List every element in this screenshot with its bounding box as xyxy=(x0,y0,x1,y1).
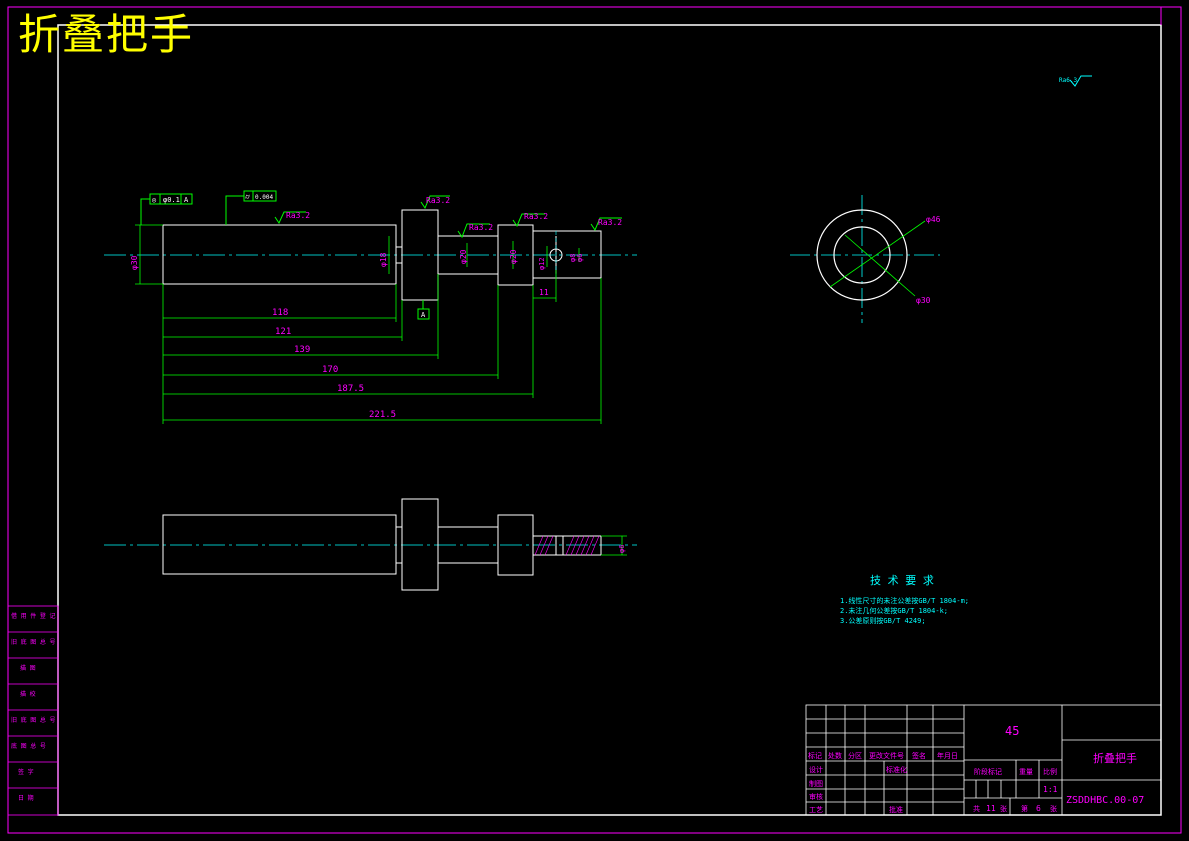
roughness-label-2: Ra3.2 xyxy=(426,196,450,205)
watermark-title: 折叠把手 xyxy=(18,10,195,59)
section-view: φ46 φ30 xyxy=(790,195,941,323)
length-dim-170: 170 xyxy=(322,365,338,375)
length-dim-187: 187.5 xyxy=(337,384,364,394)
roughness-label-5: Ra3.2 xyxy=(598,218,622,227)
section-outer-dia: φ46 xyxy=(926,215,941,224)
dia-label-1: φ30 xyxy=(130,255,139,270)
dia-label-4: φ20 xyxy=(509,249,518,264)
tb-ratio: 比例 xyxy=(1043,767,1057,776)
strip-label-3: 描 图 xyxy=(20,664,36,672)
tb-scale: 1:1 xyxy=(1043,785,1058,794)
strip-label-4: 描 校 xyxy=(20,690,36,698)
concentricity-datum: A xyxy=(184,196,189,204)
hatch xyxy=(534,535,600,556)
tb-sheet-unit: 张 xyxy=(1000,804,1007,813)
strip-label-7: 签 字 xyxy=(18,768,34,776)
tech-req-title: 技 术 要 求 xyxy=(870,574,934,587)
section-inner-dia: φ30 xyxy=(916,296,931,305)
length-dim-139: 139 xyxy=(294,345,310,355)
tb-weight: 重量 xyxy=(1019,768,1033,776)
tb-header-4: 更改文件号 xyxy=(869,751,904,760)
datum-a-label: A xyxy=(421,311,426,319)
tb-approve: 批准 xyxy=(889,805,903,814)
tb-header-3: 分区 xyxy=(848,751,862,760)
tb-sheet-no-prefix: 第 xyxy=(1021,804,1028,813)
tech-req-item-2: 2.未注几何公差按GB/T 1804-k; xyxy=(840,606,948,615)
strip-label-5: 旧 底 图 总 号 xyxy=(11,716,55,724)
tb-sheet-total-prefix: 共 xyxy=(973,804,980,813)
dia-label-3: φ20 xyxy=(459,249,468,264)
tb-stage-mark: 阶段标记 xyxy=(974,767,1002,776)
tb-row-draw: 制图 xyxy=(809,779,823,788)
tb-row-review: 审核 xyxy=(809,792,823,801)
roughness-label-4: Ra3.2 xyxy=(524,212,548,221)
strip-label-6: 底 图 总 号 xyxy=(11,742,46,750)
left-strip xyxy=(7,605,59,816)
tech-req-item-1: 1.线性尺寸的未注公差按GB/T 1804-m; xyxy=(840,596,969,605)
main-view: ◎ φ0.1 A ⌭ 0.004 Ra3.2 Ra3.2 Ra3.2 Ra3.2… xyxy=(104,190,637,424)
roughness-note-text: Ra6.3 xyxy=(1059,77,1077,84)
tb-header-2: 处数 xyxy=(828,751,842,760)
tb-drawing-no: ZSDDHBC.00-07 xyxy=(1066,795,1144,806)
small-dim-lines xyxy=(532,270,557,302)
length-dim-221: 221.5 xyxy=(369,410,396,420)
roughness-label-1: Ra3.2 xyxy=(286,211,310,220)
tb-header-6: 年月日 xyxy=(937,751,958,760)
tb-row-design: 设计 xyxy=(809,765,823,774)
bottom-view: φ6 xyxy=(104,498,637,591)
dia-label-2: φ18 xyxy=(379,252,388,267)
tb-standardization: 标准化 xyxy=(886,765,907,774)
strip-label-8: 日 期 xyxy=(18,794,34,802)
tb-row-process: 工艺 xyxy=(809,806,823,814)
tb-header-5: 签名 xyxy=(912,751,926,760)
concentricity-symbol: ◎ xyxy=(152,196,157,204)
dia-label-7: φ6 xyxy=(576,254,584,262)
roughness-label-3: Ra3.2 xyxy=(469,223,493,232)
cad-drawing: Ra6.3 ◎ φ0.1 A ⌭ 0.004 Ra3.2 Ra3.2 Ra3.2… xyxy=(7,6,1182,834)
strip-label-1: 借 用 件 登 记 xyxy=(11,612,55,620)
dia-label-5: φ12 xyxy=(538,257,546,270)
strip-label-2: 旧 底 图 总 号 xyxy=(11,638,55,646)
tb-sheet-total: 11 xyxy=(986,804,996,813)
tb-sheet-no: 6 xyxy=(1036,804,1041,813)
small-dim-label: 11 xyxy=(539,288,549,297)
cylindricity-symbol: ⌭ xyxy=(245,193,250,201)
cylindricity-value: 0.004 xyxy=(255,194,273,201)
bottom-hole-dia: φ6 xyxy=(618,545,626,553)
length-dim-121: 121 xyxy=(275,327,291,337)
tb-part-name: 折叠把手 xyxy=(1093,751,1137,765)
tb-sheet-no-unit: 张 xyxy=(1050,804,1057,813)
concentricity-value: φ0.1 xyxy=(163,196,180,204)
tb-header-1: 标记 xyxy=(808,751,822,760)
length-dim-lines xyxy=(162,274,602,424)
tech-req-item-3: 3.公差原则按GB/T 4249; xyxy=(840,616,926,625)
tb-material: 45 xyxy=(1005,724,1019,738)
length-dim-118: 118 xyxy=(272,308,288,318)
